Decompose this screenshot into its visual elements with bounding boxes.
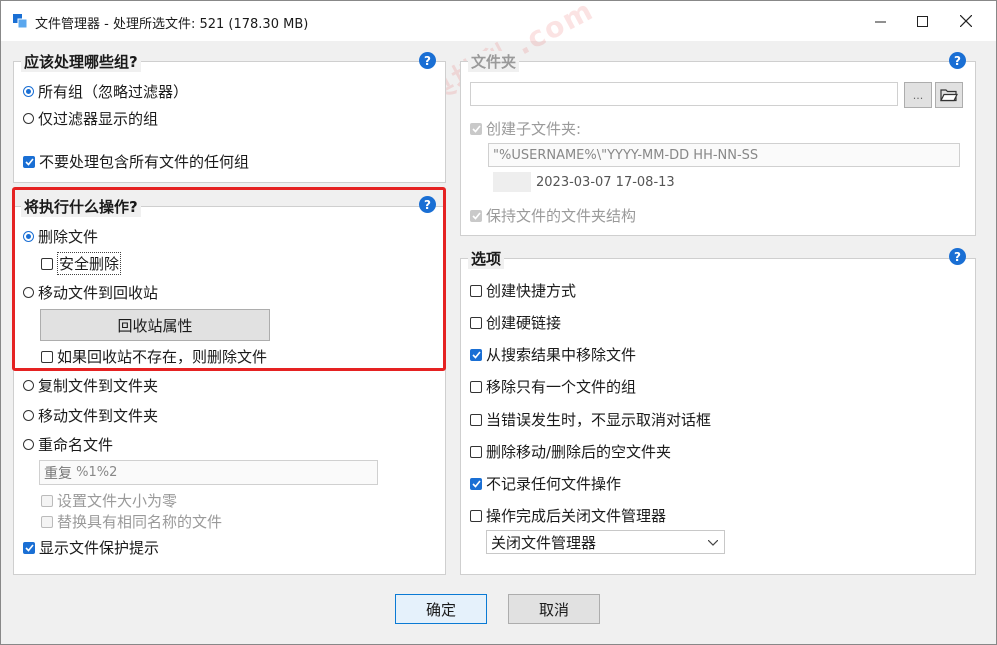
radio-filter-groups[interactable]: 仅过滤器显示的组 [23,108,158,129]
option-remove-from-results[interactable]: 从搜索结果中移除文件 [470,344,636,365]
radio-delete-files[interactable]: 删除文件 [23,226,98,247]
radio-icon[interactable] [23,410,34,421]
checkbox-show-protection-hint[interactable]: 显示文件保护提示 [23,537,159,558]
groups-panel-title: 应该处理哪些组? [21,51,141,72]
radio-icon[interactable] [23,231,34,242]
checkbox-safe-delete[interactable]: 安全删除 [41,252,122,275]
option-no-cancel-dialog[interactable]: 当错误发生时，不显示取消对话框 [470,409,711,430]
checkbox-keep-structure[interactable]: 保持文件的文件夹结构 [470,205,636,226]
folder-path-input[interactable] [470,82,898,106]
radio-icon[interactable] [23,287,34,298]
options-panel-title: 选项 [468,248,505,269]
subfolder-pattern-input[interactable]: "%USERNAME%\"YYYY-MM-DD HH-NN-SS [488,143,960,167]
checkbox-icon[interactable] [470,445,482,458]
checkbox-icon[interactable] [41,257,53,270]
app-icon [12,13,28,29]
option-remove-single-groups[interactable]: 移除只有一个文件的组 [470,376,636,397]
recycle-properties-button[interactable]: 回收站属性 [40,309,270,341]
chevron-down-icon [708,540,718,546]
checkbox-icon[interactable] [470,348,482,361]
radio-move-to-recycle[interactable]: 移动文件到回收站 [23,282,158,303]
radio-all-groups[interactable]: 所有组（忽略过滤器） [23,81,188,102]
checkbox-icon[interactable] [470,380,482,393]
checkbox-icon[interactable] [41,494,53,507]
maximize-button[interactable] [899,1,945,41]
radio-copy-to-folder[interactable]: 复制文件到文件夹 [23,375,158,396]
ok-button[interactable]: 确定 [395,594,487,624]
checkbox-skip-all-files-group[interactable]: 不要处理包含所有文件的任何组 [23,151,249,172]
radio-rename-files[interactable]: 重命名文件 [23,434,113,455]
radio-icon[interactable] [23,113,34,124]
checkbox-set-size-zero[interactable]: 设置文件大小为零 [41,490,177,511]
option-create-shortcut[interactable]: 创建快捷方式 [470,280,576,301]
checkbox-icon[interactable] [470,477,482,490]
action-panel-title: 将执行什么操作? [21,196,141,217]
close-action-select[interactable]: 关闭文件管理器 [486,530,725,554]
checkbox-icon[interactable] [470,122,482,135]
checkbox-icon[interactable] [470,509,482,522]
groups-help-icon[interactable]: ? [419,52,436,69]
window-title: 文件管理器 - 处理所选文件: 521 (178.30 MB) [35,17,309,32]
option-no-logging[interactable]: 不记录任何文件操作 [470,473,621,494]
checkbox-icon[interactable] [470,209,482,222]
checkbox-icon[interactable] [470,316,482,329]
option-close-after[interactable]: 操作完成后关闭文件管理器 [470,505,666,526]
checkbox-icon[interactable] [41,515,53,528]
subfolder-preview-placeholder [493,172,531,192]
checkbox-icon[interactable] [23,155,35,168]
checkbox-delete-if-no-recycle[interactable]: 如果回收站不存在，则删除文件 [41,346,267,367]
browse-dots-button[interactable]: ... [904,82,932,108]
radio-move-to-folder[interactable]: 移动文件到文件夹 [23,405,158,426]
minimize-button[interactable] [857,1,903,41]
folder-panel-title: 文件夹 [468,51,520,72]
checkbox-icon[interactable] [41,350,53,363]
open-folder-button[interactable] [935,82,963,108]
checkbox-replace-same-name[interactable]: 替换具有相同名称的文件 [41,511,222,532]
rename-pattern-input[interactable]: 重复 %1%2 [39,460,378,485]
options-help-icon[interactable]: ? [949,248,966,265]
subfolder-preview: 2023-03-07 17-08-13 [536,175,675,190]
option-create-hardlink[interactable]: 创建硬链接 [470,312,561,333]
checkbox-icon[interactable] [470,413,482,426]
radio-icon[interactable] [23,439,34,450]
action-help-icon[interactable]: ? [419,196,436,213]
cancel-button[interactable]: 取消 [508,594,600,624]
option-delete-empty-folders[interactable]: 删除移动/删除后的空文件夹 [470,441,671,462]
file-manager-dialog: 文件管理器 - 处理所选文件: 521 (178.30 MB) 记得收藏:奥地利… [0,0,997,645]
close-icon [960,15,972,27]
folder-icon [940,89,958,102]
radio-icon[interactable] [23,380,34,391]
checkbox-icon[interactable] [470,284,482,297]
checkbox-icon[interactable] [23,541,35,554]
radio-icon[interactable] [23,86,34,97]
close-button[interactable] [943,1,989,41]
folder-help-icon[interactable]: ? [949,52,966,69]
checkbox-create-subfolder[interactable]: 创建子文件夹: [470,118,581,139]
